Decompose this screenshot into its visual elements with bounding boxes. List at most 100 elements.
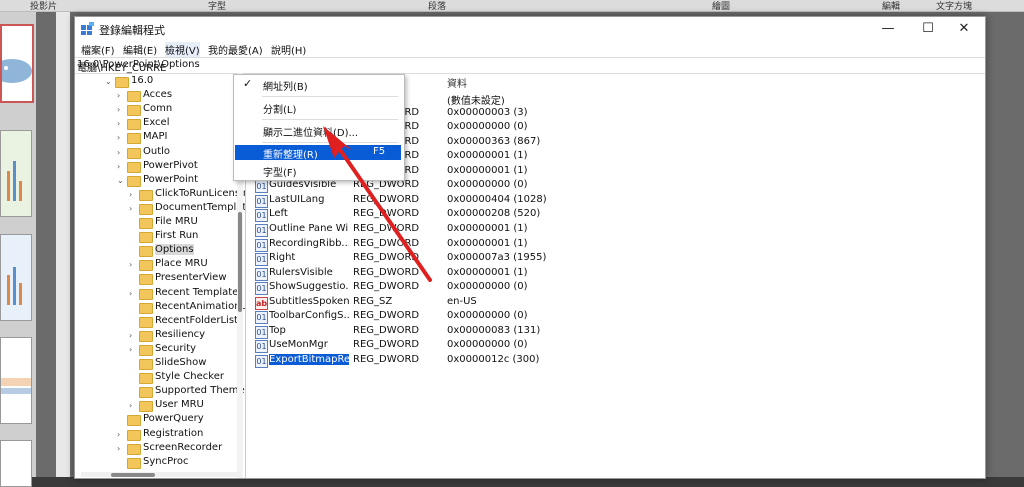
value-type: REG_DWORD xyxy=(353,237,420,249)
value-type: REG_DWORD xyxy=(353,353,420,365)
tree-horizontal-scrollbar[interactable] xyxy=(81,472,241,477)
chevron-right-icon[interactable]: › xyxy=(117,444,125,453)
tree-node-label: RecentFolderList xyxy=(155,314,238,326)
tree-hscroll-thumb[interactable] xyxy=(111,473,155,477)
registry-value-row[interactable]: 01ExportBitmapRe... REG_DWORD 0x0000012c (… xyxy=(251,353,651,368)
registry-key-tree[interactable]: ⌄ 16.0 › Acces › Comn › Excel › MAPI › Outlo › PowerP… xyxy=(75,73,246,478)
chevron-right-icon[interactable]: › xyxy=(129,331,137,340)
tree-node-label: ScreenRecorder xyxy=(143,441,223,453)
menu-view[interactable]: 檢視(V) xyxy=(165,42,200,57)
menu-item-label: 重新整理(R) xyxy=(263,150,318,161)
maximize-button[interactable]: ☐ xyxy=(911,19,945,39)
value-data: 0x00000000 (0) xyxy=(447,281,528,293)
folder-icon xyxy=(139,387,153,399)
chevron-right-icon[interactable]: › xyxy=(117,430,125,439)
column-header-data[interactable]: 資料 xyxy=(447,75,467,90)
folder-icon xyxy=(139,330,153,342)
value-name: Right xyxy=(269,252,296,264)
tree-node-label: Excel xyxy=(143,117,170,129)
slide-thumbnail[interactable] xyxy=(0,130,32,217)
registry-value-row[interactable]: 01 RecordingRibb... REG_DWORD 0x00000001 (1… xyxy=(251,238,651,252)
tree-scroll-thumb[interactable] xyxy=(238,212,242,312)
registry-value-row[interactable]: 01 Right REG_DWORD 0x000007a3 (1955) xyxy=(251,252,651,267)
menu-item-refresh[interactable]: 重新整理(R) F5 xyxy=(235,145,401,161)
value-type: REG_DWORD xyxy=(353,281,420,293)
address-bar[interactable]: 電腦\HKEY_CURRE 16.0\PowerPoint\Options xyxy=(75,57,985,74)
close-button[interactable]: ✕ xyxy=(947,19,981,39)
registry-value-row[interactable]: 01 LastUILang REG_DWORD 0x00000404 (1028) xyxy=(251,194,651,208)
chevron-right-icon[interactable]: › xyxy=(117,105,125,114)
menu-item-label: 顯示二進位資料(D)... xyxy=(263,128,359,139)
slide-thumbnail[interactable] xyxy=(0,234,32,321)
value-name: RecordingRibb... xyxy=(269,237,349,249)
chevron-right-icon[interactable]: › xyxy=(117,148,125,157)
chevron-right-icon[interactable]: › xyxy=(129,401,137,410)
tree-node-label: File MRU xyxy=(155,216,198,227)
folder-icon xyxy=(139,260,153,272)
value-name: RulersVisible xyxy=(269,266,333,278)
value-name: ShowSuggestio... xyxy=(269,281,349,293)
slide-thumbnail[interactable] xyxy=(0,24,34,103)
menu-edit[interactable]: 編輯(E) xyxy=(123,42,157,57)
binary-value-icon: 01 xyxy=(255,180,268,194)
vertical-ruler xyxy=(56,12,70,477)
chart-graphic xyxy=(7,267,22,305)
registry-value-row[interactable]: 01 ToolbarConfigS... REG_DWORD 0x00000000 (… xyxy=(251,310,651,325)
menu-separator xyxy=(262,119,398,120)
value-type: REG_DWORD xyxy=(353,339,420,351)
registry-value-row[interactable]: abSubtitlesSpoken... REG_SZ en-US xyxy=(251,296,651,310)
menu-item-split[interactable]: 分割(L) xyxy=(235,100,401,116)
binary-value-icon: 01 xyxy=(255,325,268,339)
value-name: Left xyxy=(269,208,288,220)
registry-value-row[interactable]: 01 RulersVisible REG_DWORD 0x00000001 (1) xyxy=(251,267,651,281)
tree-node-label: SlideShow xyxy=(155,357,207,368)
value-data: 0x000007a3 (1955) xyxy=(447,252,547,264)
folder-icon xyxy=(127,147,141,159)
menu-item-display-binary[interactable]: 顯示二進位資料(D)... xyxy=(235,123,401,139)
binary-value-icon: 01 xyxy=(255,253,268,267)
registry-value-row[interactable]: 01 Outline Pane Wi... REG_DWORD 0x00000001 … xyxy=(251,223,651,237)
registry-value-row[interactable]: 01 Left REG_DWORD 0x00000208 (520) xyxy=(251,208,651,223)
value-type: REG_DWORD xyxy=(353,324,420,336)
value-data: 0x00000001 (1) xyxy=(447,222,528,234)
slide-thumbnail[interactable] xyxy=(0,440,32,487)
tree-node-label: 16.0 xyxy=(131,75,154,86)
chevron-right-icon[interactable]: › xyxy=(129,345,137,354)
menu-help[interactable]: 說明(H) xyxy=(271,42,306,57)
minimize-button[interactable]: — xyxy=(871,19,905,39)
folder-icon xyxy=(127,443,141,455)
tree-node-label: RecentAnimationLis xyxy=(155,300,246,312)
chevron-right-icon[interactable]: › xyxy=(117,162,125,171)
menu-file[interactable]: 檔案(F) xyxy=(81,42,115,57)
chevron-right-icon[interactable]: › xyxy=(117,91,125,100)
chevron-right-icon[interactable]: › xyxy=(117,119,125,128)
folder-icon xyxy=(139,344,153,356)
chevron-right-icon[interactable]: › xyxy=(129,204,137,213)
registry-value-row[interactable]: 01 Top REG_DWORD 0x00000083 (131) xyxy=(251,325,651,339)
chevron-right-icon[interactable]: › xyxy=(129,190,137,199)
chevron-down-icon[interactable]: ⌄ xyxy=(105,77,113,86)
chevron-right-icon[interactable]: › xyxy=(117,133,125,142)
value-data: 0x00000003 (3) xyxy=(447,106,528,118)
registry-value-row[interactable]: 01 ShowSuggestio... REG_DWORD 0x00000000 (0… xyxy=(251,281,651,296)
menu-favorites[interactable]: 我的最愛(A) xyxy=(208,42,263,57)
menu-item-shortcut: F5 xyxy=(373,146,386,157)
value-data: 0x00000001 (1) xyxy=(447,266,528,278)
chevron-down-icon[interactable]: ⌄ xyxy=(117,176,125,185)
slide-thumbnail[interactable] xyxy=(0,337,32,424)
menu-item-font[interactable]: 字型(F) xyxy=(235,163,401,179)
registry-value-row[interactable]: 01 UseMonMgr REG_DWORD 0x00000000 (0) xyxy=(251,339,651,354)
binary-value-icon: 01 xyxy=(255,223,268,237)
chevron-right-icon[interactable]: › xyxy=(129,289,137,298)
value-type: REG_DWORD xyxy=(353,252,420,264)
binary-value-icon: 01 xyxy=(255,194,268,208)
tree-node-label: PresenterView xyxy=(155,272,227,284)
chevron-right-icon[interactable]: › xyxy=(129,260,137,269)
binary-value-icon: 01 xyxy=(255,340,268,354)
menu-item-label: 網址列(B) xyxy=(263,82,308,93)
folder-icon xyxy=(139,246,153,258)
registry-value-row[interactable]: 01 GuidesVisible REG_DWORD 0x00000000 (0) xyxy=(251,179,651,194)
value-data: (數值未設定) xyxy=(447,96,505,107)
title-bar[interactable]: 登錄編輯程式 — ☐ ✕ xyxy=(75,17,985,41)
menu-item-address-bar[interactable]: ✓ 網址列(B) xyxy=(235,77,401,93)
